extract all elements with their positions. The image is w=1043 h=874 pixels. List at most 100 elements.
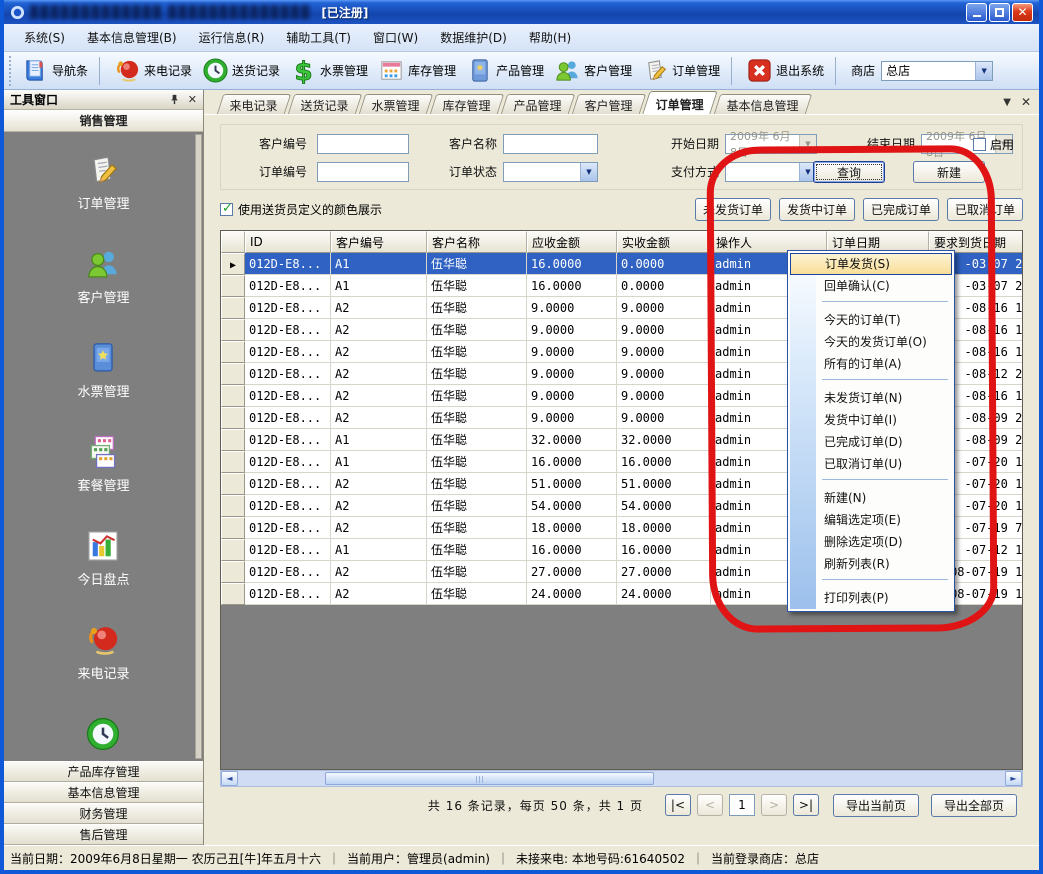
column-header[interactable]: 应收金额 [527, 231, 617, 253]
context-menu-item[interactable]: 新建(N) [788, 487, 954, 509]
context-menu-item[interactable]: 今天的订单(T) [788, 309, 954, 331]
row-selector-cell[interactable] [221, 319, 245, 341]
row-selector-cell[interactable] [221, 385, 245, 407]
tab[interactable]: 基本信息管理 [714, 94, 813, 114]
tab[interactable]: 产品管理 [501, 94, 576, 114]
sidebar-group-bar[interactable]: 售后管理 [4, 824, 203, 845]
toolbar-button[interactable]: 库存管理 [373, 55, 461, 86]
row-selector-cell[interactable] [221, 407, 245, 429]
context-menu-item[interactable]: 发货中订单(I) [788, 409, 954, 431]
prev-page-button[interactable]: < [697, 794, 723, 816]
start-date-picker[interactable]: 2009年 6月 8日 ▼ [725, 134, 817, 154]
next-page-button[interactable]: > [761, 794, 787, 816]
export-all-pages-button[interactable]: 导出全部页 [931, 794, 1017, 817]
scroll-right-icon[interactable]: ► [1005, 771, 1022, 786]
row-selector-cell[interactable] [221, 297, 245, 319]
menubar-item[interactable]: 系统(S) [14, 25, 75, 50]
tab[interactable]: 来电记录 [217, 94, 292, 114]
menubar-item[interactable]: 基本信息管理(B) [77, 25, 187, 50]
new-button[interactable]: 新建 [913, 161, 985, 183]
sidebar-group-bar[interactable]: 产品库存管理 [4, 761, 203, 782]
row-selector-cell[interactable] [221, 341, 245, 363]
context-menu-item[interactable] [788, 379, 954, 387]
enable-checkbox[interactable] [973, 138, 986, 151]
tab-close-icon[interactable]: ✕ [1021, 95, 1031, 109]
maximize-button[interactable] [989, 3, 1010, 22]
row-selector-cell[interactable] [221, 495, 245, 517]
shop-select[interactable]: 总店 ▼ [881, 61, 993, 81]
customer-no-input[interactable] [317, 134, 409, 154]
status-filter-button[interactable]: 已完成订单 [863, 198, 939, 221]
sidebar-group-sales[interactable]: 销售管理 [4, 110, 203, 132]
toolbar-button[interactable]: 来电记录 [109, 55, 197, 86]
tab[interactable]: 水票管理 [359, 94, 434, 114]
context-menu-item[interactable]: 回单确认(C) [788, 275, 954, 297]
context-menu-item[interactable]: 今天的发货订单(O) [788, 331, 954, 353]
row-selector-cell[interactable] [221, 451, 245, 473]
pin-icon[interactable] [169, 94, 180, 105]
sidebar-close-icon[interactable]: ✕ [188, 93, 197, 106]
scroll-left-icon[interactable]: ◄ [221, 771, 238, 786]
column-header[interactable]: 客户名称 [427, 231, 527, 253]
toolbar-button[interactable]: $ 水票管理 [285, 55, 373, 86]
menubar-item[interactable]: 帮助(H) [519, 25, 581, 50]
context-menu-item[interactable]: 打印列表(P) [788, 587, 954, 609]
sidebar-item[interactable]: 订单管理 [77, 152, 129, 212]
search-button[interactable]: 查询 [813, 161, 885, 183]
context-menu-item[interactable]: 订单发货(S) [790, 253, 952, 275]
menubar-item[interactable]: 窗口(W) [363, 25, 428, 50]
context-menu-item[interactable] [788, 479, 954, 487]
minimize-button[interactable] [966, 3, 987, 22]
row-selector-cell[interactable] [221, 363, 245, 385]
row-selector-cell[interactable] [221, 561, 245, 583]
context-menu-item[interactable]: 刷新列表(R) [788, 553, 954, 575]
toolbar-button[interactable]: 客户管理 [549, 55, 637, 86]
page-number-input[interactable] [729, 794, 755, 816]
row-selector-cell[interactable] [221, 275, 245, 297]
menubar-item[interactable]: 数据维护(D) [430, 25, 517, 50]
status-filter-button[interactable]: 已取消订单 [947, 198, 1023, 221]
close-button[interactable]: ✕ [1012, 3, 1033, 22]
pay-method-select[interactable]: ▼ [725, 162, 817, 182]
context-menu-item[interactable]: 已完成订单(D) [788, 431, 954, 453]
horizontal-scrollbar[interactable]: ◄ ► [220, 770, 1023, 787]
row-selector-cell[interactable] [221, 429, 245, 451]
toolbar-button[interactable]: 送货记录 [197, 55, 285, 86]
chevron-down-icon[interactable]: ▼ [975, 62, 992, 80]
row-selector-cell[interactable] [221, 539, 245, 561]
tab[interactable]: 库存管理 [430, 94, 505, 114]
toolbar-button[interactable]: 导航条 [17, 55, 109, 87]
sidebar-group-bar[interactable]: 财务管理 [4, 803, 203, 824]
sidebar-item[interactable]: 送货记录 [77, 716, 129, 761]
context-menu-item[interactable] [788, 579, 954, 587]
context-menu-item[interactable]: 所有的订单(A) [788, 353, 954, 375]
status-filter-button[interactable]: 发货中订单 [779, 198, 855, 221]
tab[interactable]: 订单管理 [642, 91, 717, 114]
sidebar-item[interactable]: 今日盘点 [77, 528, 129, 588]
export-current-page-button[interactable]: 导出当前页 [833, 794, 919, 817]
row-selector-cell[interactable] [221, 517, 245, 539]
context-menu-item[interactable]: 删除选定项(D) [788, 531, 954, 553]
sidebar-item[interactable]: 水票管理 [77, 340, 129, 400]
sidebar-group-bar[interactable]: 基本信息管理 [4, 782, 203, 803]
menubar-item[interactable]: 运行信息(R) [189, 25, 275, 50]
customer-name-input[interactable] [503, 134, 598, 154]
tab[interactable]: 送货记录 [288, 94, 363, 114]
column-header[interactable]: 实收金额 [617, 231, 711, 253]
context-menu-item[interactable] [788, 301, 954, 309]
column-header[interactable]: ID [245, 231, 331, 253]
column-header[interactable]: 客户编号 [331, 231, 427, 253]
tab-overflow-icon[interactable]: ▼ [1003, 97, 1011, 108]
context-menu-item[interactable]: 已取消订单(U) [788, 453, 954, 475]
context-menu-item[interactable]: 编辑选定项(E) [788, 509, 954, 531]
sidebar-item[interactable]: 客户管理 [77, 246, 129, 306]
sidebar-scrollbar[interactable] [195, 134, 202, 759]
status-filter-button[interactable]: 未发货订单 [695, 198, 771, 221]
row-selector-cell[interactable] [221, 583, 245, 605]
sidebar-item[interactable]: 来电记录 [77, 622, 129, 682]
scrollbar-thumb[interactable] [325, 772, 653, 785]
row-selector-cell[interactable] [221, 473, 245, 495]
order-status-select[interactable]: ▼ [503, 162, 598, 182]
toolbar-button[interactable]: 退出系统 [741, 55, 845, 87]
menubar-item[interactable]: 辅助工具(T) [276, 25, 361, 50]
